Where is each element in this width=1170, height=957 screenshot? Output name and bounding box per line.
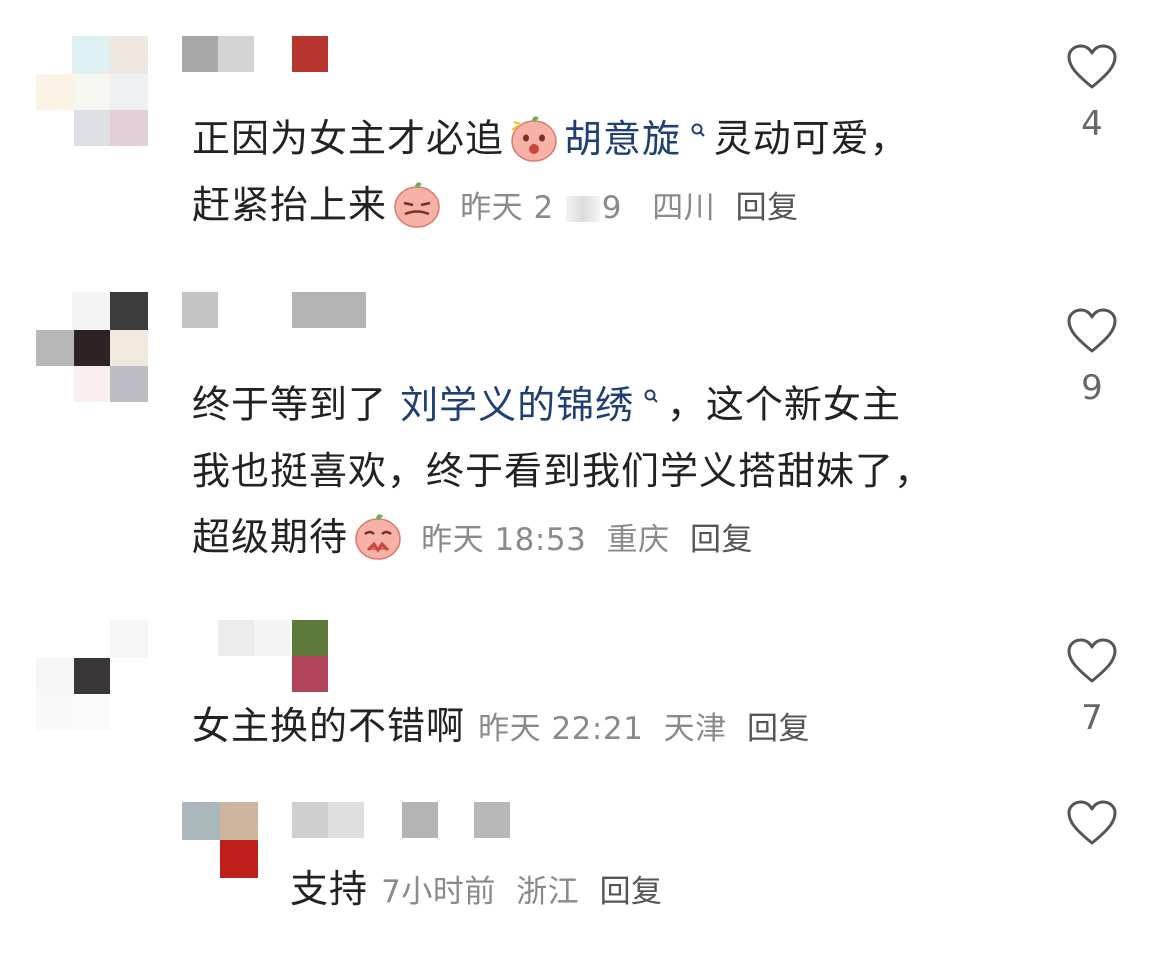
location: 重庆 — [606, 521, 670, 558]
username[interactable] — [182, 292, 372, 330]
reply-button[interactable]: 回复 — [690, 522, 753, 558]
avatar[interactable] — [36, 292, 148, 404]
avatar[interactable] — [36, 620, 148, 732]
comment-text: 正因为女主才必追 胡意旋 灵动可爱， 赶紧抬上来 昨天 29 四川 回复 — [192, 98, 1012, 241]
comment-meta: 昨天 22:21 天津 回复 — [478, 711, 820, 747]
username[interactable] — [182, 36, 332, 74]
timestamp: 昨天 29 — [460, 189, 622, 226]
comment-text-part: 正因为女主才必追 — [192, 116, 505, 161]
username[interactable] — [292, 802, 522, 840]
like-count: 9 — [1081, 368, 1103, 408]
like-button[interactable]: 7 — [1062, 638, 1122, 738]
like-button[interactable] — [1062, 800, 1122, 860]
reply-button[interactable]: 回复 — [747, 711, 810, 747]
comment-text: 终于等到了 刘学义的锦绣 ，这个新女主 我也挺喜欢，终于看到我们学义搭甜妹了， … — [192, 364, 1012, 573]
comment-text-part: 赶紧抬上来 — [192, 182, 388, 227]
comment-text-part: 灵动可爱， — [713, 116, 909, 161]
comment-meta: 7小时前 浙江 回复 — [381, 874, 672, 910]
avatar[interactable] — [36, 36, 148, 148]
comment-text-part: ，这个新女主 — [666, 382, 901, 427]
heart-outline-icon — [1067, 308, 1117, 353]
comment-text-part: 女主换的不错啊 — [192, 704, 466, 748]
like-count: 4 — [1081, 104, 1103, 144]
reply-button[interactable]: 回复 — [736, 190, 799, 226]
location: 四川 — [652, 189, 716, 226]
comment-text-part: 我也挺喜欢，终于看到我们学义搭甜妹了， — [192, 448, 934, 493]
comment-text-part: 支持 — [290, 867, 369, 911]
location: 浙江 — [516, 874, 580, 910]
pleading-emoji-icon — [352, 510, 404, 562]
search-small-icon — [636, 385, 667, 409]
like-count: 7 — [1081, 698, 1103, 738]
heart-outline-icon — [1067, 638, 1117, 683]
comment-text: 支持 7小时前 浙江 回复 — [290, 856, 1010, 925]
like-button[interactable]: 9 — [1062, 308, 1122, 408]
blush-emoji-icon — [508, 112, 560, 164]
mention-text: 刘学义的锦绣 — [400, 382, 635, 427]
comment-text: 女主换的不错啊 昨天 22:21 天津 回复 — [192, 693, 1012, 762]
smirk-emoji-icon — [391, 178, 443, 230]
mention-link[interactable]: 刘学义的锦绣 — [400, 383, 667, 427]
comment-text-part: 终于等到了 — [192, 382, 388, 427]
comment-text-part: 超级期待 — [192, 514, 349, 559]
heart-outline-icon — [1067, 44, 1117, 89]
comment-meta: 昨天 29 四川 回复 — [460, 190, 809, 226]
reply-button[interactable]: 回复 — [600, 874, 663, 910]
mention-link[interactable]: 胡意旋 — [564, 117, 714, 161]
username[interactable] — [218, 620, 408, 692]
timestamp: 昨天 22:21 — [478, 711, 644, 747]
location: 天津 — [663, 711, 727, 747]
timestamp: 昨天 18:53 — [421, 521, 587, 558]
mention-text: 胡意旋 — [564, 116, 682, 161]
heart-outline-icon — [1067, 800, 1117, 845]
search-small-icon — [683, 119, 714, 143]
avatar[interactable] — [182, 802, 258, 878]
timestamp: 7小时前 — [381, 874, 496, 910]
like-button[interactable]: 4 — [1062, 44, 1122, 144]
comment-meta: 昨天 18:53 重庆 回复 — [421, 522, 763, 558]
